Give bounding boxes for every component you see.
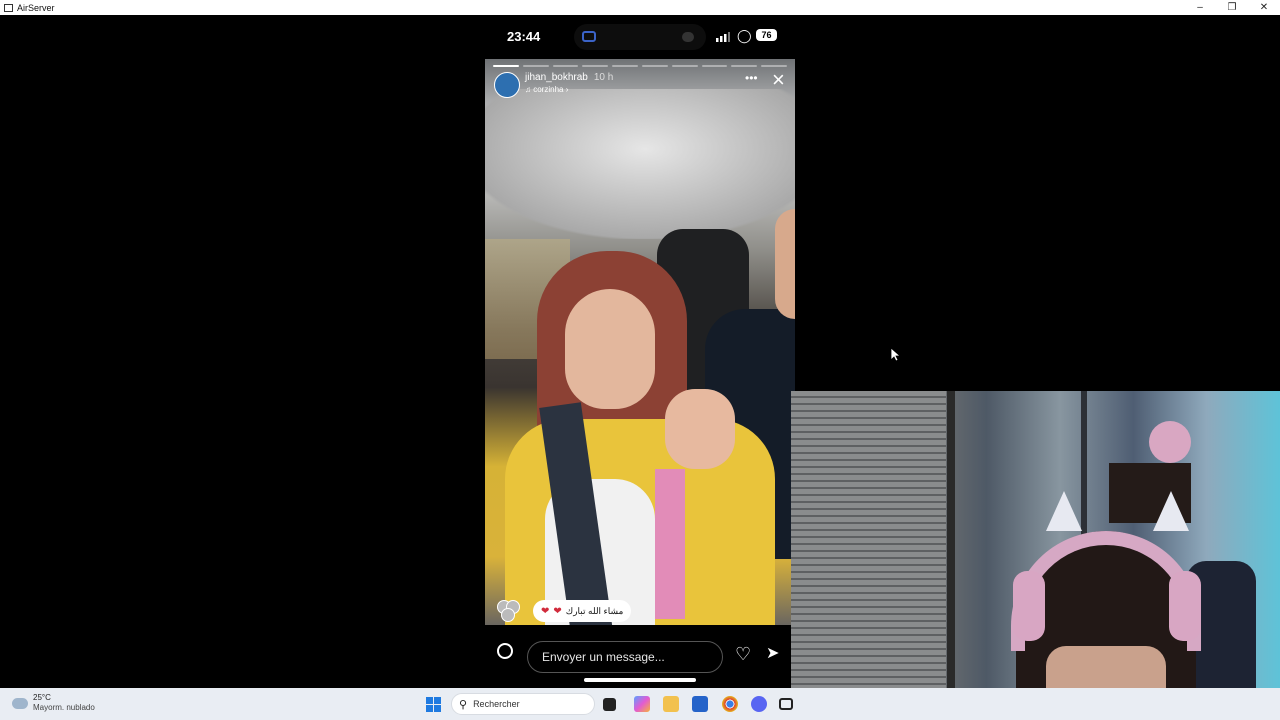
music-note-icon: ♫ <box>525 85 531 94</box>
window-frame-scene <box>947 391 955 720</box>
restore-button[interactable]: ❐ <box>1216 0 1248 15</box>
close-story-icon[interactable]: × <box>772 69 785 91</box>
minimize-button[interactable]: – <box>1184 0 1216 15</box>
window-title: AirServer <box>17 2 55 13</box>
story-progress-segment <box>582 65 609 67</box>
message-input[interactable] <box>527 641 723 673</box>
story-progress-segment <box>641 65 668 67</box>
app-title-bar: AirServer – ❐ ✕ <box>0 0 1280 15</box>
windows-start-icon[interactable] <box>426 697 441 712</box>
camera-icon[interactable] <box>497 643 513 659</box>
cat-ear-right <box>1153 491 1189 531</box>
woman-face-scene <box>565 289 655 409</box>
copilot-icon[interactable] <box>634 696 650 712</box>
story-progress-segment <box>493 65 519 67</box>
airserver-taskbar-icon[interactable] <box>779 698 793 710</box>
story-music-tag[interactable]: ♫ corzinha › <box>525 85 568 94</box>
story-time-ago: 10 h <box>593 72 614 83</box>
partly-cloudy-icon <box>8 693 28 709</box>
headphone-cup-right <box>1169 571 1201 641</box>
task-view-icon[interactable] <box>603 698 616 711</box>
phone-screen: 23:44 ◯ 76 jihan_bokhrab 10 h ♫ corzinha… <box>485 15 795 688</box>
story-progress-segment <box>731 65 758 67</box>
webcam-overlay <box>791 391 1280 720</box>
more-options-icon[interactable]: ••• <box>745 71 758 85</box>
viewer-avatar <box>501 608 515 622</box>
battery-indicator: 76 <box>756 29 777 41</box>
story-progress-segment <box>612 65 638 67</box>
story-author[interactable]: jihan_bokhrab 10 h <box>525 72 613 83</box>
chrome-icon[interactable] <box>722 696 738 712</box>
heart-like-icon[interactable]: ♡ <box>735 645 751 663</box>
window-blinds-scene <box>791 391 946 720</box>
airserver-app-icon <box>4 3 13 12</box>
chevron-right-icon: › <box>565 85 569 94</box>
camera-indicator-icon <box>682 32 694 42</box>
headphone-cup-left <box>1013 571 1045 641</box>
weather-description: Mayorm. nublado <box>33 703 95 712</box>
mouse-cursor-icon <box>891 348 901 362</box>
search-icon: ⚲ <box>459 698 468 711</box>
weather-widget[interactable]: 25°C Mayorm. nublado <box>8 693 95 713</box>
status-time: 23:44 <box>507 29 541 44</box>
file-explorer-icon[interactable] <box>663 696 679 712</box>
cellular-signal-icon <box>716 32 730 42</box>
ios-status-bar: 23:44 ◯ 76 <box>485 15 795 59</box>
person-background-head <box>775 209 795 319</box>
home-indicator[interactable] <box>584 678 696 682</box>
hand-scene <box>665 389 735 469</box>
heart-emoji-icon: ❤ <box>553 605 562 617</box>
shirt-pink-stripe <box>655 469 685 619</box>
story-author-avatar[interactable] <box>494 72 520 98</box>
weather-temperature: 25°C <box>33 693 51 702</box>
discord-icon[interactable] <box>751 696 767 712</box>
close-button[interactable]: ✕ <box>1248 0 1280 15</box>
story-progress-segment <box>552 65 579 67</box>
send-icon[interactable]: ➤ <box>766 645 779 663</box>
story-music-title[interactable]: corzinha <box>533 85 563 94</box>
microsoft-store-icon[interactable] <box>692 696 708 712</box>
story-progress-segment <box>522 65 549 67</box>
screen-mirroring-icon <box>582 31 596 42</box>
car-roof-scene <box>485 89 795 239</box>
heart-emoji-icon: ❤ <box>541 605 550 617</box>
story-progress-bars <box>493 65 787 67</box>
cat-ear-left <box>1046 491 1082 531</box>
wifi-icon: ◯ <box>737 28 752 43</box>
story-progress-segment <box>701 65 728 67</box>
story-username[interactable]: jihan_bokhrab <box>525 72 588 83</box>
story-progress-segment <box>671 65 698 67</box>
dynamic-island <box>574 24 706 50</box>
decor-scene <box>1149 421 1191 463</box>
instagram-story-viewer[interactable]: jihan_bokhrab 10 h ♫ corzinha › ••• × ❤ ❤… <box>485 59 795 625</box>
windows-taskbar: 25°C Mayorm. nublado ⚲ Rechercher <box>0 688 1280 720</box>
taskbar-search-box[interactable]: ⚲ Rechercher <box>451 693 595 715</box>
reaction-text: مشاء الله تبارك <box>565 605 624 616</box>
story-viewers-avatars[interactable] <box>497 600 527 622</box>
story-reaction-sticker: ❤ ❤ مشاء الله تبارك <box>533 600 632 622</box>
search-label: Rechercher <box>473 699 520 709</box>
